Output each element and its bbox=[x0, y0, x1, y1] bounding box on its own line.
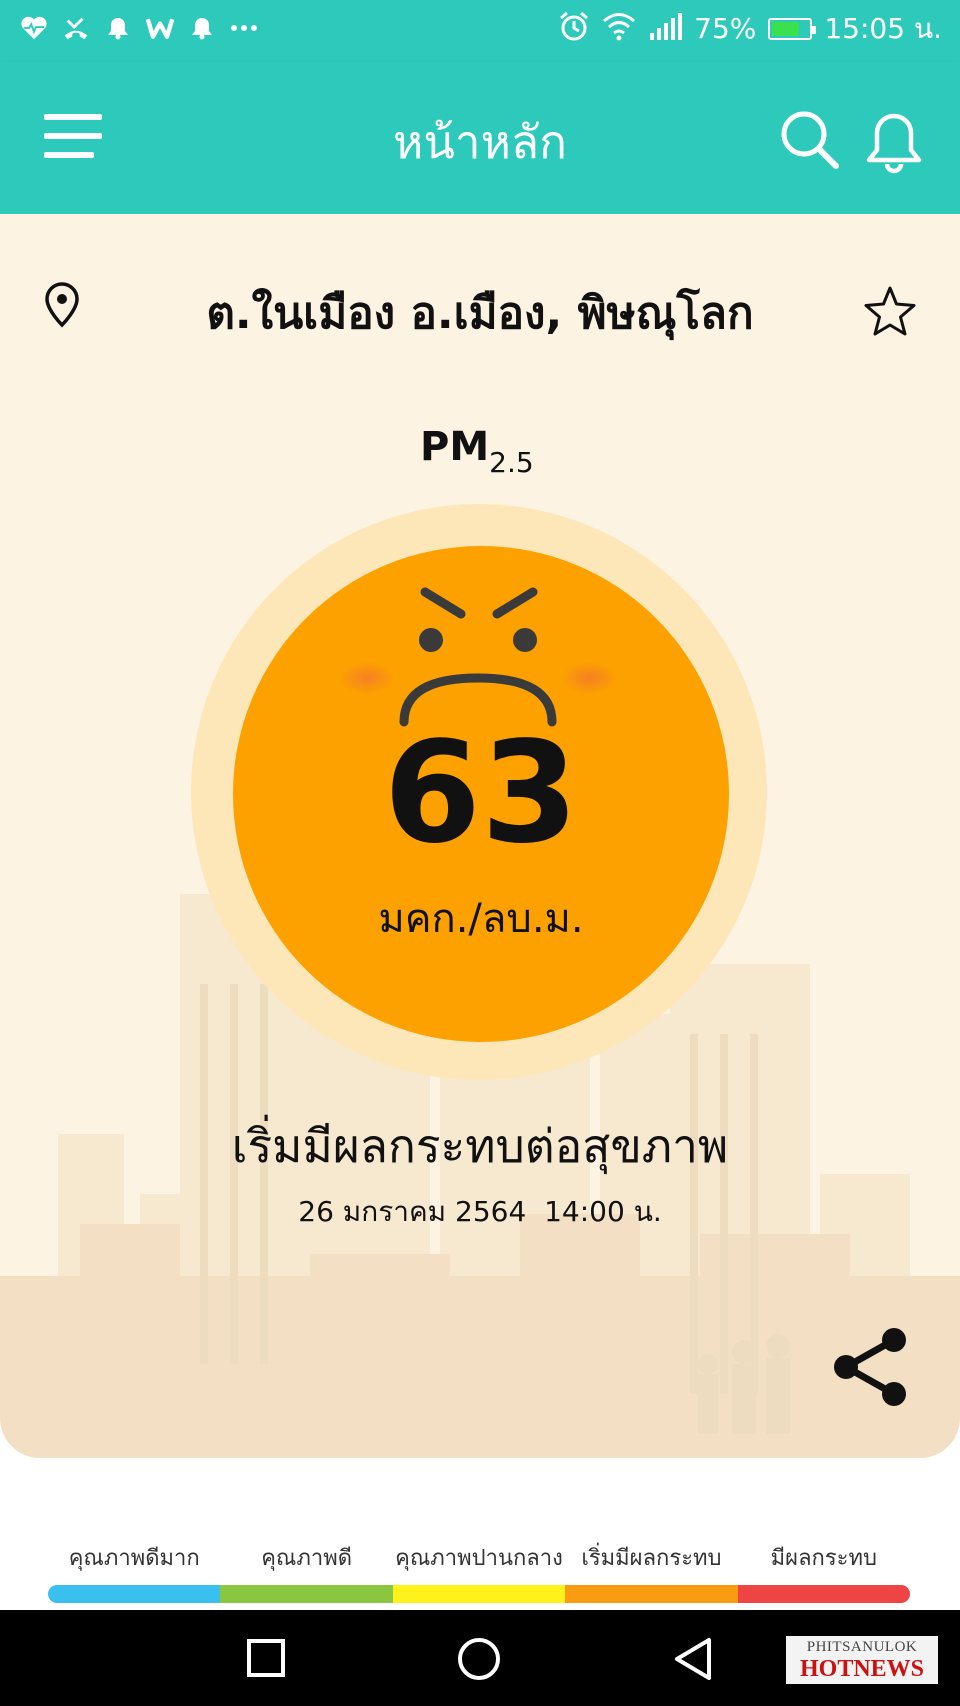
missed-call-icon bbox=[62, 12, 90, 44]
share-icon[interactable] bbox=[832, 1326, 910, 1408]
status-bar: 75% 15:05 น. bbox=[0, 0, 960, 62]
legend-segment-impact bbox=[737, 1585, 910, 1603]
aqi-legend: คุณภาพดีมาก คุณภาพดี คุณภาพปานกลาง เริ่ม… bbox=[48, 1540, 910, 1603]
w-app-icon bbox=[146, 12, 174, 44]
legend-label-excellent: คุณภาพดีมาก bbox=[68, 1546, 200, 1571]
legend-label-moderate: คุณภาพปานกลาง bbox=[395, 1546, 563, 1571]
clock: 15:05 น. bbox=[824, 11, 942, 45]
watermark-logo: PHITSANULOK HOTNEWS bbox=[786, 1636, 938, 1684]
pollutant-label: PM2.5 bbox=[420, 424, 534, 479]
heart-pulse-icon bbox=[20, 12, 48, 44]
legend-segment-starting-impact bbox=[565, 1585, 738, 1603]
location-name[interactable]: ต.ในเมือง อ.เมือง, พิษณุโลก bbox=[120, 278, 840, 348]
back-triangle-icon[interactable] bbox=[672, 1636, 714, 1682]
home-circle-icon[interactable] bbox=[456, 1636, 502, 1682]
battery-level bbox=[772, 21, 800, 36]
location-pin-icon bbox=[45, 282, 79, 328]
pollutant-name: PM bbox=[420, 424, 490, 470]
battery-charging-icon bbox=[768, 17, 817, 40]
legend-label-starting-impact: เริ่มมีผลกระทบ bbox=[581, 1546, 722, 1571]
notification-bell-icon bbox=[104, 12, 132, 44]
legend-color-bar bbox=[48, 1585, 910, 1603]
watermark-top: PHITSANULOK bbox=[806, 1639, 918, 1655]
legend-labels: คุณภาพดีมาก คุณภาพดี คุณภาพปานกลาง เริ่ม… bbox=[48, 1540, 910, 1575]
app-bar: หน้าหลัก bbox=[0, 62, 960, 214]
legend-segment-good bbox=[220, 1585, 393, 1603]
search-icon[interactable] bbox=[778, 108, 842, 172]
legend-label-good: คุณภาพดี bbox=[261, 1546, 352, 1571]
alarm-icon bbox=[558, 10, 590, 47]
status-right-icons: 75% 15:05 น. bbox=[558, 10, 942, 47]
notification-bell-icon bbox=[188, 12, 216, 44]
wifi-icon bbox=[602, 11, 636, 46]
battery-percent: 75% bbox=[694, 11, 757, 45]
pollutant-subscript: 2.5 bbox=[489, 446, 534, 479]
signal-icon bbox=[648, 11, 683, 46]
pm25-value: 63 bbox=[383, 712, 579, 875]
aqi-card: ต.ในเมือง อ.เมือง, พิษณุโลก PM2.5 63 มคก… bbox=[0, 214, 960, 1458]
status-left-icons bbox=[20, 12, 258, 44]
legend-label-impact: มีผลกระทบ bbox=[770, 1546, 877, 1571]
recents-square-icon[interactable] bbox=[246, 1638, 286, 1678]
more-icon bbox=[230, 12, 258, 44]
star-outline-icon[interactable] bbox=[862, 284, 918, 340]
pm25-unit: มคก./ลบ.ม. bbox=[378, 896, 584, 942]
air-quality-status: เริ่มมีผลกระทบต่อสุขภาพ bbox=[231, 1119, 729, 1173]
watermark-bottom: HOTNEWS bbox=[799, 1656, 925, 1682]
legend-segment-moderate bbox=[392, 1585, 566, 1603]
bell-icon[interactable] bbox=[864, 110, 924, 176]
measurement-timestamp: 26 มกราคม 2564 14:00 น. bbox=[298, 1195, 662, 1228]
legend-segment-excellent bbox=[48, 1585, 221, 1603]
